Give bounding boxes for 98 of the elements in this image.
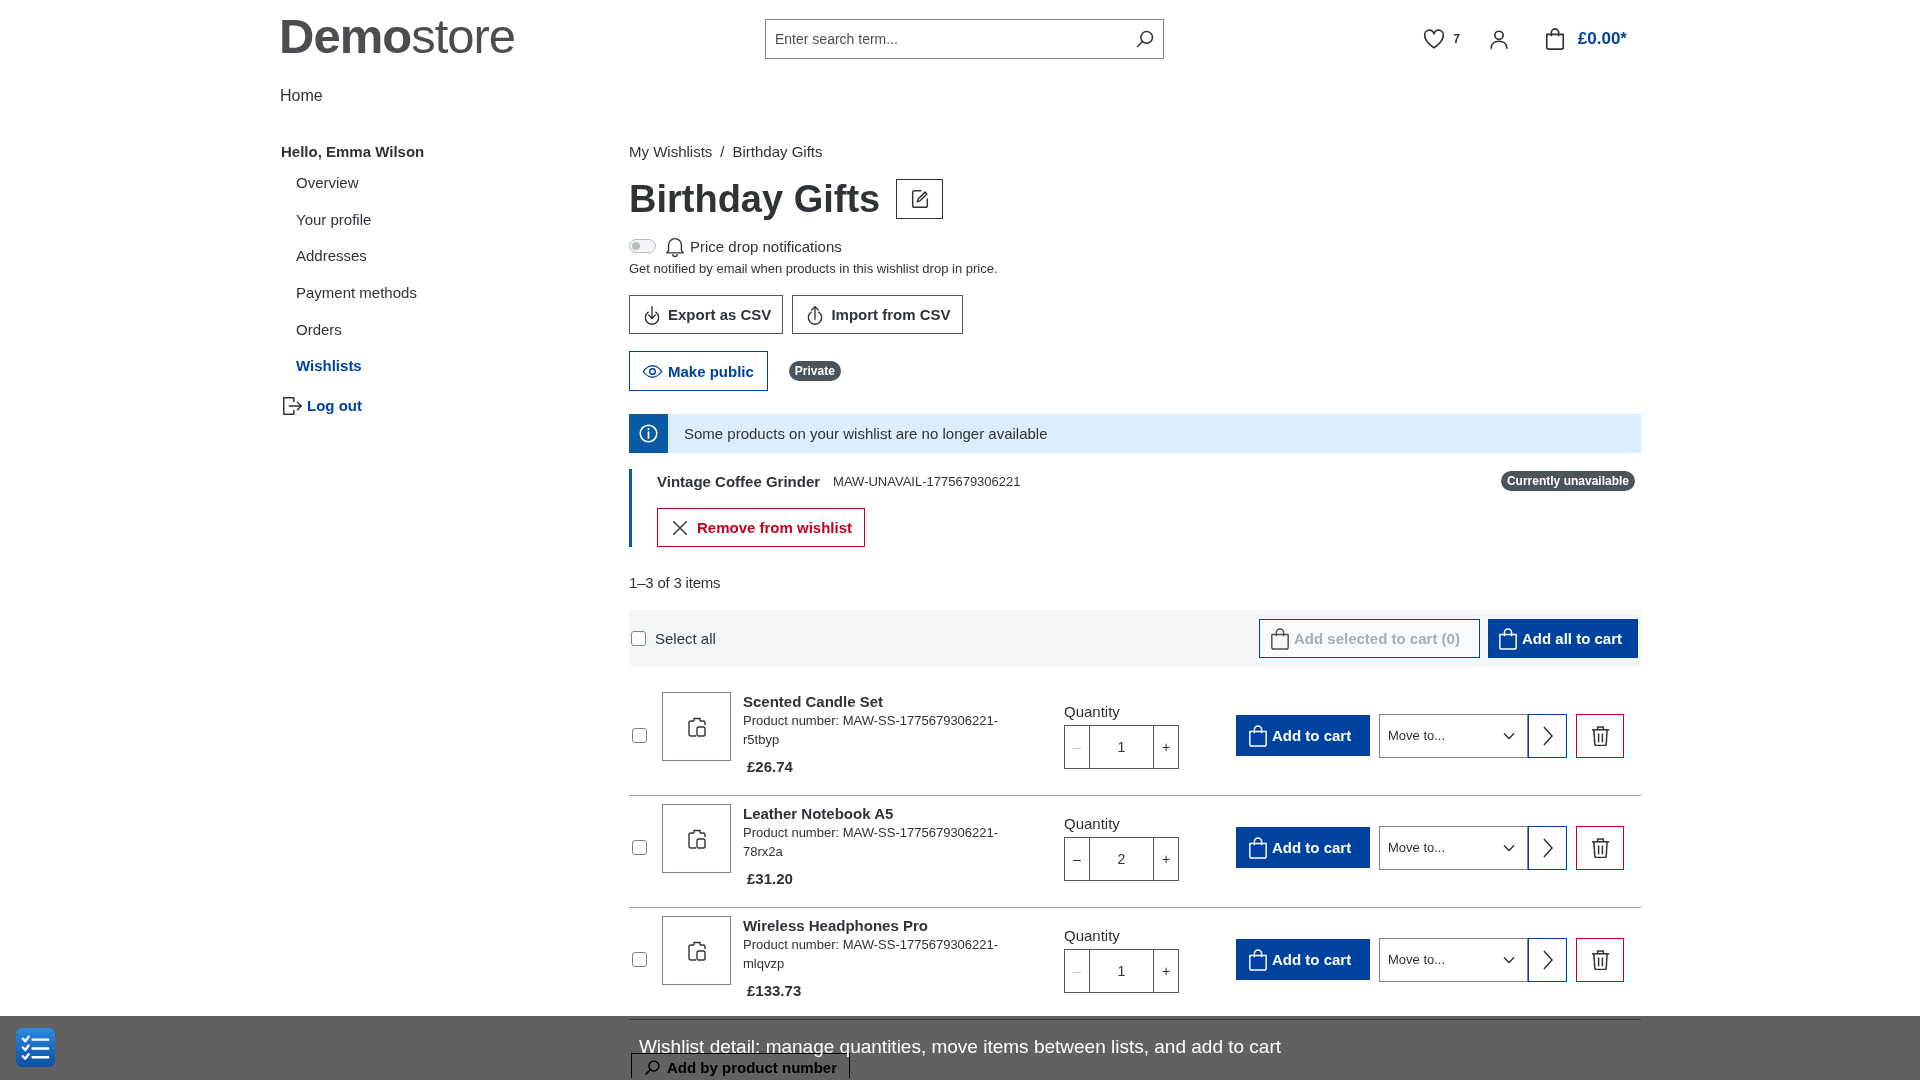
- move-to-select[interactable]: Move to...: [1379, 937, 1528, 982]
- close-icon: [671, 518, 689, 537]
- move-button[interactable]: [1528, 937, 1567, 982]
- product-price: £26.74: [746, 758, 793, 776]
- move-to-select[interactable]: Move to...: [1379, 825, 1528, 870]
- quantity-field[interactable]: 2: [1089, 836, 1154, 881]
- delete-button[interactable]: [1576, 825, 1624, 870]
- move-to-select[interactable]: Move to...: [1379, 713, 1528, 758]
- trash-icon: [1590, 725, 1610, 746]
- chevron-down-icon: [1503, 843, 1515, 852]
- bag-icon: [1248, 724, 1268, 747]
- quantity-field[interactable]: 1: [1089, 724, 1154, 769]
- logout-link[interactable]: Log out: [281, 394, 362, 419]
- store-logo[interactable]: Demostore: [279, 11, 516, 61]
- breadcrumb-link[interactable]: My Wishlists: [629, 140, 713, 164]
- quantity-label: Quantity: [1064, 702, 1120, 721]
- add-to-cart-button[interactable]: Add to cart: [1236, 827, 1370, 868]
- sidebar-link[interactable]: Addresses: [281, 238, 367, 275]
- make-public-button[interactable]: Make public: [629, 351, 768, 391]
- notification-toggle[interactable]: [629, 239, 656, 253]
- heart-icon: [1423, 28, 1446, 50]
- image-placeholder[interactable]: [662, 916, 731, 985]
- move-button[interactable]: [1528, 713, 1567, 758]
- checklist-icon: [16, 1028, 55, 1067]
- image-placeholder[interactable]: [662, 804, 731, 873]
- cart-link[interactable]: £0.00*: [1543, 28, 1627, 50]
- quantity-field[interactable]: 1: [1089, 948, 1154, 993]
- delete-button[interactable]: [1576, 713, 1624, 758]
- product-number: Product number: MAW-SS-1775679306221-r5tbyp: [743, 712, 1000, 749]
- bag-icon: [1543, 28, 1566, 50]
- sidebar-link[interactable]: Overview: [281, 165, 359, 201]
- export-button[interactable]: Export as CSV: [629, 295, 784, 334]
- sidebar-link[interactable]: Orders: [281, 311, 342, 348]
- bag-icon: [1248, 836, 1268, 859]
- item-checkbox[interactable]: [632, 840, 647, 855]
- bag-icon: [1498, 627, 1518, 650]
- notification-description: Get notified by email when products in this wishlist drop in price.: [629, 261, 998, 277]
- select-all-checkbox[interactable]: [631, 631, 646, 646]
- product-name[interactable]: Leather Notebook A5: [743, 805, 894, 823]
- delete-button[interactable]: [1576, 937, 1624, 982]
- logout-icon: [281, 395, 303, 418]
- chevron-right-icon: [1542, 725, 1553, 746]
- edit-button[interactable]: [896, 179, 944, 219]
- product-price: £133.73: [746, 982, 802, 1000]
- decrease-button[interactable]: –: [1064, 836, 1089, 881]
- product-number: Product number: MAW-SS-1775679306221-mlqvzp: [743, 936, 1000, 973]
- item-count: 1–3 of 3 items: [629, 575, 721, 591]
- quantity-label: Quantity: [1064, 814, 1120, 833]
- item-checkbox[interactable]: [632, 728, 647, 743]
- product-number: Product number: MAW-SS-1775679306221-78rx2a: [743, 824, 1000, 861]
- item-checkbox[interactable]: [632, 952, 647, 967]
- breadcrumb-separator: /: [720, 142, 725, 162]
- product-price: £31.20: [746, 870, 793, 888]
- chevron-down-icon: [1503, 955, 1515, 964]
- product-name[interactable]: Wireless Headphones Pro: [743, 917, 928, 935]
- increase-button[interactable]: +: [1154, 724, 1179, 769]
- bag-icon: [1270, 627, 1290, 650]
- user-icon: [1487, 28, 1510, 50]
- add-all-to-cart-button[interactable]: Add all to cart: [1488, 619, 1638, 658]
- page-title: Birthday Gifts: [629, 179, 881, 219]
- sidebar-link[interactable]: Payment methods: [281, 275, 417, 312]
- add-to-cart-button[interactable]: Add to cart: [1236, 715, 1370, 756]
- product-name[interactable]: Scented Candle Set: [743, 693, 884, 711]
- info-icon: [629, 414, 668, 453]
- notification-label: Price drop notifications: [690, 237, 842, 255]
- search-field[interactable]: Enter search term...: [765, 19, 1164, 59]
- sidebar-link[interactable]: Wishlists: [281, 348, 362, 385]
- image-placeholder[interactable]: [662, 692, 731, 761]
- wishlist-link[interactable]: 7: [1423, 28, 1460, 50]
- breadcrumb-link[interactable]: Birthday Gifts: [732, 140, 823, 164]
- select-all-label: Select all: [655, 630, 716, 647]
- product-number: MAW-UNAVAIL-1775679306221: [833, 473, 1021, 489]
- import-button[interactable]: Import from CSV: [792, 295, 963, 334]
- trash-icon: [1590, 837, 1610, 858]
- search-icon: [644, 1058, 661, 1076]
- chevron-right-icon: [1542, 837, 1553, 858]
- increase-button[interactable]: +: [1154, 948, 1179, 993]
- search-icon: [1135, 29, 1155, 49]
- sidebar-link[interactable]: Your profile: [281, 201, 372, 238]
- eye-icon: [642, 363, 663, 379]
- chevron-down-icon: [1503, 731, 1515, 740]
- product-name: Vintage Coffee Grinder: [657, 472, 821, 490]
- chevron-right-icon: [1542, 949, 1553, 970]
- move-button[interactable]: [1528, 825, 1567, 870]
- increase-button[interactable]: +: [1154, 836, 1179, 881]
- remove-from-wishlist-button[interactable]: Remove from wishlist: [657, 508, 866, 547]
- search-button[interactable]: [1134, 28, 1156, 50]
- nav-link[interactable]: Home: [279, 87, 323, 105]
- trash-icon: [1590, 949, 1610, 970]
- greeting-text: Hello, Emma Wilson: [281, 142, 425, 162]
- private-badge: Private: [788, 361, 841, 381]
- add-to-cart-button[interactable]: Add to cart: [1236, 939, 1370, 980]
- download-icon: [642, 303, 662, 326]
- notice-text: Some products on your wishlist are no longer available: [684, 425, 1048, 442]
- bag-icon: [1248, 948, 1268, 971]
- bell-icon: [664, 235, 686, 257]
- unavailable-badge: Currently unavailable: [1500, 471, 1635, 491]
- quantity-label: Quantity: [1064, 926, 1120, 945]
